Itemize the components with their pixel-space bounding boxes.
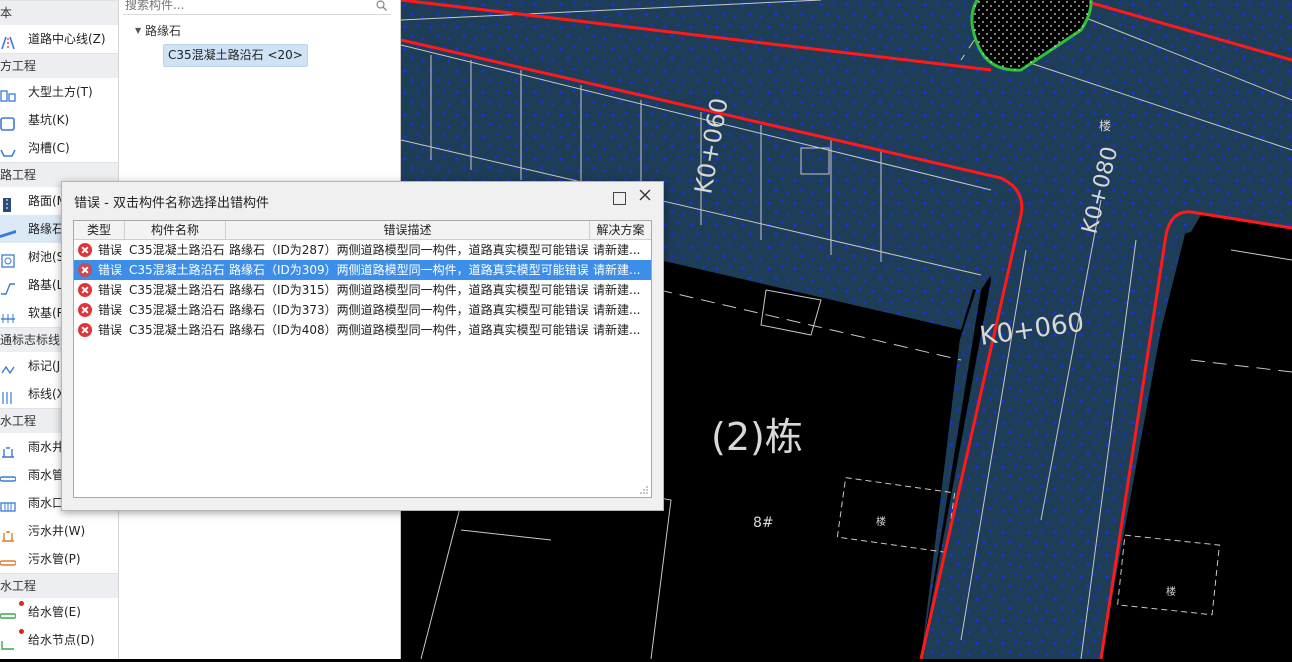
error-icon	[78, 303, 92, 317]
small-label-1: 楼	[876, 515, 886, 528]
error-row[interactable]: 错误 C35混凝土路沿石 路缘石（ID为408）两侧道路模型同一构件，道路真实模型可…	[74, 320, 651, 340]
category-item-label: 污水井(W)	[28, 524, 86, 538]
dialog-title: 错误 - 双击构件名称选择出错构件	[74, 196, 269, 211]
error-description: 路缘石（ID为373）两侧道路模型同一构件，道路真实模型可能错误	[229, 303, 589, 317]
component-name[interactable]: C35混凝土路沿石	[129, 260, 225, 280]
rain-well-icon	[0, 440, 16, 458]
column-header-description[interactable]: 错误描述	[226, 221, 590, 240]
category-item[interactable]: 污水管(P)	[0, 545, 118, 573]
error-icon	[78, 263, 92, 277]
error-row[interactable]: 错误 C35混凝土路沿石 路缘石（ID为309）两侧道路模型同一构件，道路真实模型可…	[74, 260, 651, 280]
category-item[interactable]: 大型土方(T)	[0, 78, 118, 106]
close-button[interactable]	[637, 188, 653, 206]
building-label: (2)栋	[711, 415, 803, 459]
category-item-label: 路缘石	[28, 222, 65, 236]
search-icon[interactable]	[376, 0, 387, 14]
category-item[interactable]: 沟槽(C)	[0, 134, 118, 162]
category-item[interactable]: 基坑(K)	[0, 106, 118, 134]
category-item[interactable]: 给水管(E)	[0, 598, 118, 626]
category-item[interactable]: 污水井(W)	[0, 517, 118, 545]
error-icon	[78, 243, 92, 257]
category-item-label: 大型土方(T)	[28, 85, 93, 99]
component-name[interactable]: C35混凝土路沿石	[129, 320, 225, 340]
small-label-3: 楼	[1099, 118, 1111, 133]
tree-pool-icon	[0, 250, 16, 268]
tree-node-label: 路缘石	[145, 24, 182, 38]
error-type: 错误	[98, 303, 123, 317]
centerline-icon	[0, 32, 16, 50]
category-item-label: 给水管(E)	[28, 605, 81, 619]
error-row[interactable]: 错误 C35混凝土路沿石 路缘石（ID为287）两侧道路模型同一构件，道路真实模型可…	[74, 240, 651, 260]
rain-inlet-icon	[0, 496, 16, 512]
error-row[interactable]: 错误 C35混凝土路沿石 路缘石（ID为315）两侧道路模型同一构件，道路真实模型可…	[74, 280, 651, 300]
marking-icon	[0, 359, 16, 375]
earthwork-icon	[0, 85, 16, 102]
trench-icon	[0, 141, 16, 157]
error-icon	[78, 323, 92, 337]
pavement-icon	[0, 194, 16, 212]
error-description: 路缘石（ID为315）两侧道路模型同一构件，道路真实模型可能错误	[229, 283, 589, 297]
sewage-pipe-icon	[0, 552, 17, 566]
error-type: 错误	[98, 283, 123, 297]
error-type: 错误	[98, 263, 123, 277]
error-solution: 请新建...	[593, 303, 641, 317]
category-item-label: 污水管(P)	[28, 552, 81, 566]
tree-node-curb[interactable]: ▼ 路缘石	[135, 22, 181, 40]
line-marking-icon	[0, 387, 16, 404]
component-name[interactable]: C35混凝土路沿石	[129, 240, 225, 260]
category-group-header[interactable]: 方工程	[0, 53, 118, 78]
error-solution: 请新建...	[593, 323, 641, 337]
error-description: 路缘石（ID为309）两侧道路模型同一构件，道路真实模型可能错误	[229, 263, 589, 277]
category-item-label: 雨水管	[28, 468, 65, 482]
resize-grip-icon[interactable]	[640, 486, 648, 494]
error-solution: 请新建...	[593, 263, 641, 277]
category-group-header[interactable]: 水工程	[0, 573, 118, 598]
error-description: 路缘石（ID为287）两侧道路模型同一构件，道路真实模型可能错误	[229, 243, 589, 257]
error-type: 错误	[98, 243, 123, 257]
column-header-name[interactable]: 构件名称	[125, 221, 226, 240]
error-solution: 请新建...	[593, 283, 641, 297]
error-icon	[78, 283, 92, 297]
component-name[interactable]: C35混凝土路沿石	[129, 300, 225, 320]
column-header-type[interactable]: 类型	[74, 221, 125, 240]
collapse-caret-icon[interactable]: ▼	[135, 22, 145, 40]
error-type: 错误	[98, 323, 123, 337]
category-item[interactable]: 道路中心线(Z)	[0, 25, 118, 53]
soft-base-icon	[0, 306, 16, 323]
category-item-label: 基坑(K)	[28, 113, 70, 127]
search-input[interactable]	[125, 0, 365, 13]
sewage-well-icon	[0, 524, 16, 542]
component-name[interactable]: C35混凝土路沿石	[129, 280, 225, 300]
error-dialog: 错误 - 双击构件名称选择出错构件 类型 构件名称 错误描述 解决方案 错误 C3…	[61, 181, 664, 511]
category-item-label: 雨水井	[28, 440, 65, 454]
category-item-label: 给水节点(D)	[28, 633, 95, 647]
error-solution: 请新建...	[593, 243, 641, 257]
pit-icon	[0, 113, 16, 131]
error-row[interactable]: 错误 C35混凝土路沿石 路缘石（ID为373）两侧道路模型同一构件，道路真实模型可…	[74, 300, 651, 320]
subgrade-icon	[0, 278, 16, 295]
error-table: 类型 构件名称 错误描述 解决方案 错误 C35混凝土路沿石 路缘石（ID为287）…	[73, 220, 652, 498]
curb-icon	[0, 222, 16, 238]
maximize-button[interactable]	[613, 192, 626, 205]
category-item-label: 道路中心线(Z)	[28, 32, 106, 46]
search-box	[123, 0, 391, 15]
category-group-header[interactable]: 本	[0, 0, 118, 25]
house-mark-label: 8#	[753, 515, 774, 531]
column-header-solution[interactable]: 解决方案	[590, 221, 651, 240]
status-dot-icon	[19, 629, 24, 634]
rain-pipe-icon	[0, 468, 17, 482]
category-item-label: 标记(J)	[28, 359, 65, 373]
tree-node-c35-curbstone[interactable]: C35混凝土路沿石 <20>	[163, 44, 308, 67]
close-icon	[639, 189, 651, 201]
category-item-label: 沟槽(C)	[28, 141, 70, 155]
small-label-2: 楼	[1166, 585, 1176, 598]
status-dot-icon	[19, 601, 24, 606]
water-node-icon	[0, 633, 16, 650]
category-item[interactable]: 给水节点(D)	[0, 626, 118, 654]
water-pipe-icon	[0, 605, 17, 619]
error-description: 路缘石（ID为408）两侧道路模型同一构件，道路真实模型可能错误	[229, 323, 589, 337]
